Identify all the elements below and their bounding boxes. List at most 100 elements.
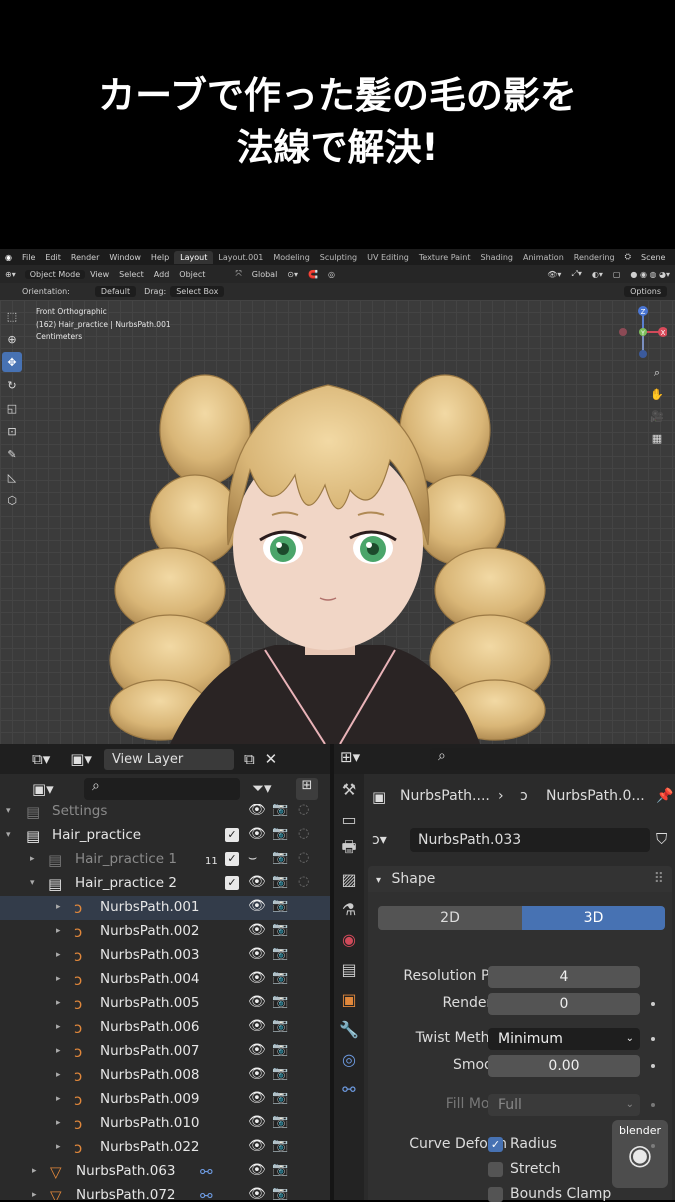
outliner-row[interactable]: ▾ ▤ Hair_practice ✓ 👁 📷 ◌ bbox=[0, 824, 330, 848]
expand-arrow-icon[interactable]: ▾ bbox=[30, 878, 35, 888]
curve-3d-toggle[interactable]: 3D bbox=[522, 906, 665, 930]
outliner-row[interactable]: ▸ ▽ NurbsPath.063 👁 📷 ⚯ bbox=[0, 1160, 330, 1184]
expand-arrow-icon[interactable]: ▸ bbox=[56, 1142, 61, 1152]
expand-arrow-icon[interactable]: ▸ bbox=[56, 974, 61, 984]
render-camera-icon[interactable]: 📷 bbox=[272, 1042, 288, 1057]
world-tab-icon[interactable]: ◉ bbox=[334, 924, 364, 954]
expand-arrow-icon[interactable]: ▸ bbox=[56, 950, 61, 960]
outliner-row[interactable]: ▸ ▤ Hair_practice 1 11 ✓ ⌣ 📷 ◌ bbox=[0, 848, 330, 872]
outliner-row[interactable]: ▾ ▤ Settings 👁 📷 ◌ bbox=[0, 804, 330, 824]
pin-icon[interactable]: 📌 bbox=[656, 788, 673, 804]
expand-arrow-icon[interactable]: ▸ bbox=[30, 854, 35, 864]
properties-search-input[interactable]: ⌕ bbox=[430, 748, 670, 770]
editor-type-icon[interactable]: ⊞▾ bbox=[340, 748, 360, 766]
visibility-eye-icon[interactable]: 👁 bbox=[248, 804, 266, 818]
visibility-eye-icon[interactable]: 👁 bbox=[248, 1186, 266, 1200]
modifier-icon[interactable]: ⚯ bbox=[200, 1163, 213, 1181]
scale-tool-icon[interactable]: ◱ bbox=[2, 398, 22, 418]
visibility-eye-icon[interactable]: 👁 bbox=[248, 970, 266, 986]
render-camera-icon[interactable]: 📷 bbox=[272, 850, 288, 865]
visibility-eye-icon[interactable]: 👁 bbox=[248, 1066, 266, 1082]
curve-2d-toggle[interactable]: 2D bbox=[378, 906, 522, 930]
keyframe-dot-icon[interactable] bbox=[651, 1002, 655, 1006]
datablock-name-field[interactable]: NurbsPath.033 bbox=[410, 828, 650, 852]
exclude-checkbox[interactable]: ✓ bbox=[225, 828, 239, 842]
3d-viewport[interactable]: Front Orthographic (162) Hair_practice |… bbox=[0, 300, 675, 744]
gizmo-icon[interactable]: ⤢▾ bbox=[566, 269, 586, 279]
workspace-tab-rendering[interactable]: Rendering bbox=[569, 253, 620, 262]
menu-render[interactable]: Render bbox=[66, 253, 104, 262]
outliner-row[interactable]: ▸ ↄ NurbsPath.005 👁 📷 bbox=[0, 992, 330, 1016]
curve-datablock-icon[interactable]: ↄ▾ bbox=[372, 832, 387, 848]
outliner-row[interactable]: ▸ ↄ NurbsPath.003 👁 📷 bbox=[0, 944, 330, 968]
constraint-tab-icon[interactable]: ⚯ bbox=[334, 1074, 364, 1104]
new-collection-icon[interactable]: ⊞ bbox=[296, 778, 318, 800]
workspace-tab-shading[interactable]: Shading bbox=[475, 253, 518, 262]
annotate-tool-icon[interactable]: ✎ bbox=[2, 444, 22, 464]
visibility-eye-icon[interactable]: 👁 bbox=[248, 1090, 266, 1106]
exclude-checkbox[interactable]: ✓ bbox=[225, 852, 239, 866]
visibility-eye-icon[interactable]: 👁 bbox=[248, 1162, 266, 1178]
object-tab-icon[interactable]: ▣ bbox=[334, 984, 364, 1014]
outliner-row[interactable]: ▸ ↄ NurbsPath.004 👁 📷 bbox=[0, 968, 330, 992]
visibility-eye-icon[interactable]: ⌣ bbox=[248, 850, 257, 866]
render-camera-icon[interactable]: 📷 bbox=[272, 826, 288, 841]
scene-name[interactable]: Scene bbox=[636, 253, 670, 262]
expand-arrow-icon[interactable]: ▸ bbox=[56, 1118, 61, 1128]
scene-tab-icon[interactable]: ⚗ bbox=[334, 894, 364, 924]
grid-ortho-icon[interactable]: ▦ bbox=[647, 428, 667, 450]
render-camera-icon[interactable]: 📷 bbox=[272, 874, 288, 889]
view-layer-select[interactable]: View Layer bbox=[103, 748, 234, 770]
measure-tool-icon[interactable]: ◺ bbox=[2, 467, 22, 487]
holdout-icon[interactable]: ◌ bbox=[298, 826, 309, 841]
cursor-tool-icon[interactable]: ⊕ bbox=[2, 329, 22, 349]
proportional-edit-icon[interactable]: ◎ bbox=[323, 270, 340, 279]
zoom-icon[interactable]: ⌕ bbox=[647, 362, 667, 384]
menu-help[interactable]: Help bbox=[146, 253, 174, 262]
expand-arrow-icon[interactable]: ▾ bbox=[6, 830, 11, 840]
workspace-tab-texture-paint[interactable]: Texture Paint bbox=[414, 253, 476, 262]
resolution-preview-field[interactable]: 4 bbox=[488, 966, 640, 988]
editor-type-icon[interactable]: ⊕▾ bbox=[0, 270, 21, 279]
outliner-search-input[interactable]: ⌕ bbox=[84, 778, 240, 800]
holdout-icon[interactable]: ◌ bbox=[298, 874, 309, 889]
menu-object[interactable]: Object bbox=[174, 270, 210, 279]
visibility-eye-icon[interactable]: 👁 bbox=[248, 826, 266, 842]
expand-arrow-icon[interactable]: ▸ bbox=[56, 1046, 61, 1056]
render-camera-icon[interactable]: 📷 bbox=[272, 1186, 288, 1200]
expand-arrow-icon[interactable]: ▸ bbox=[56, 998, 61, 1008]
workspace-tab-layout-001[interactable]: Layout.001 bbox=[213, 253, 268, 262]
snap-icon[interactable]: 🧲 bbox=[303, 270, 323, 279]
outliner-row[interactable]: ▸ ↄ NurbsPath.009 👁 📷 bbox=[0, 1088, 330, 1112]
shape-panel-header[interactable]: ▾ Shape ⠿ bbox=[368, 866, 672, 892]
expand-arrow-icon[interactable]: ▸ bbox=[56, 1094, 61, 1104]
render-camera-icon[interactable]: 📷 bbox=[272, 898, 288, 913]
holdout-icon[interactable]: ◌ bbox=[298, 804, 309, 817]
visibility-eye-icon[interactable]: 👁 bbox=[248, 1138, 266, 1154]
outliner-row[interactable]: ▸ ↄ NurbsPath.006 👁 📷 bbox=[0, 1016, 330, 1040]
workspace-tab-layout[interactable]: Layout bbox=[174, 250, 214, 264]
remove-view-layer-icon[interactable]: ✕ bbox=[265, 750, 278, 768]
new-view-layer-icon[interactable]: ⧉ bbox=[244, 750, 255, 768]
scene-icon[interactable]: ⛭ bbox=[620, 252, 636, 262]
render-camera-icon[interactable]: 📷 bbox=[272, 970, 288, 985]
display-mode-icon[interactable]: ▣▾ bbox=[70, 750, 92, 768]
breadcrumb-object[interactable]: NurbsPath.... bbox=[400, 788, 490, 804]
outliner-row[interactable]: ▸ ↄ NurbsPath.008 👁 📷 bbox=[0, 1064, 330, 1088]
render-camera-icon[interactable]: 📷 bbox=[272, 804, 288, 817]
stretch-checkbox[interactable] bbox=[488, 1162, 503, 1177]
breadcrumb-data[interactable]: NurbsPath.0... bbox=[546, 788, 645, 804]
orientation-select[interactable]: Default bbox=[94, 286, 137, 297]
move-tool-icon[interactable]: ✥ bbox=[2, 352, 22, 372]
render-camera-icon[interactable]: 📷 bbox=[272, 946, 288, 961]
visibility-eye-icon[interactable]: 👁 bbox=[248, 1018, 266, 1034]
physics-tab-icon[interactable]: ◎ bbox=[334, 1044, 364, 1074]
workspace-tab-animation[interactable]: Animation bbox=[518, 253, 569, 262]
outliner-row[interactable]: ▸ ▽ NurbsPath.072 👁 📷 ⚯ bbox=[0, 1184, 330, 1200]
camera-view-icon[interactable]: 🎥 bbox=[647, 406, 667, 428]
outliner-row[interactable]: ▾ ▤ Hair_practice 2 ✓ 👁 📷 ◌ bbox=[0, 872, 330, 896]
fill-mode-select[interactable]: Full ⌄ bbox=[488, 1094, 640, 1116]
shading-mode-icons[interactable]: ● ◉ ◍ ◕▾ bbox=[625, 270, 675, 279]
visibility-icon[interactable]: 👁▾ bbox=[542, 270, 566, 279]
keyframe-dot-icon[interactable] bbox=[651, 1037, 655, 1041]
